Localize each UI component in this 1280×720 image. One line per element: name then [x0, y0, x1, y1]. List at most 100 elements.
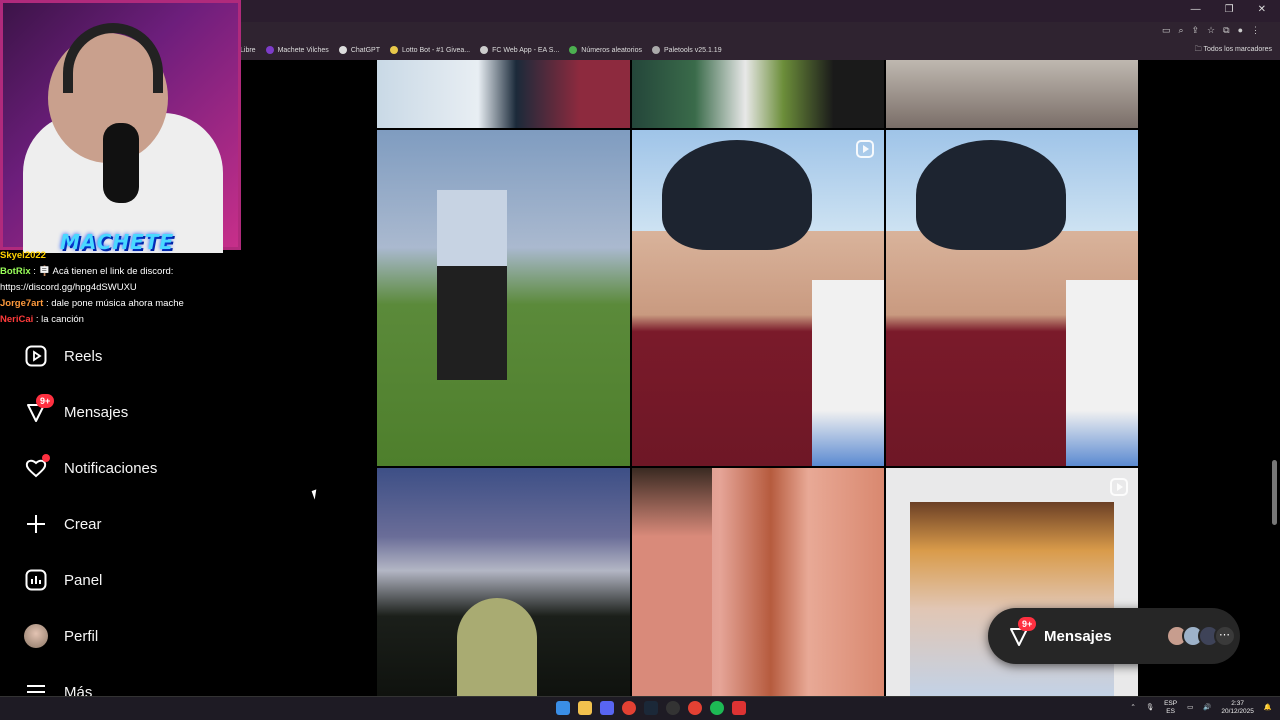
chat-username: NeriCai	[0, 314, 34, 325]
webcam-overlay	[0, 0, 241, 253]
taskbar: ⌃ 🎙 ESP ES ▭ 🔊 2:37 20/12/2025 🔔	[0, 696, 1280, 720]
chat-line: Jorge7art : dale pone música ahora mache	[0, 296, 228, 312]
minimize-icon[interactable]: —	[1191, 4, 1201, 15]
sidebar-item-label: Perfil	[64, 627, 99, 645]
bookmark-favicon-icon	[265, 46, 274, 54]
messages-badge: 9+	[36, 394, 55, 408]
chrome-icon[interactable]	[622, 701, 636, 715]
post-thumbnail[interactable]	[632, 468, 884, 696]
discord-icon[interactable]	[600, 701, 614, 715]
bookmark-item[interactable]: Paletools v25.1.19	[651, 46, 722, 54]
app-icon[interactable]	[732, 701, 746, 715]
plus-icon	[24, 512, 48, 536]
cast-icon[interactable]: ▭	[1162, 25, 1171, 36]
post-thumbnail[interactable]	[632, 130, 884, 466]
man-face	[632, 468, 712, 696]
sidebar-item-label: Panel	[64, 571, 103, 589]
microphone-icon	[103, 123, 139, 203]
sidebar-item-label: Reels	[64, 347, 103, 365]
chat-username: BotRix	[0, 266, 31, 277]
reels-icon	[24, 344, 48, 368]
chat-line: https://discord.gg/hpg4dSWUXU	[0, 280, 228, 296]
dashboard-icon	[24, 568, 48, 592]
notification-icon[interactable]: 🔔	[1264, 704, 1272, 712]
headphones-icon	[63, 23, 163, 93]
recent-contacts: ⋯	[1165, 625, 1236, 647]
messages-badge: 9+	[1018, 617, 1037, 631]
post-thumbnail[interactable]	[886, 130, 1138, 466]
chrome-icon[interactable]	[688, 701, 702, 715]
bookmark-favicon-icon	[569, 46, 578, 54]
reel-icon	[1110, 478, 1128, 496]
microphone-icon[interactable]: 🎙	[1146, 704, 1154, 712]
bookmark-favicon-icon	[480, 46, 489, 54]
star-icon[interactable]: ☆	[1207, 25, 1215, 36]
steam-icon[interactable]	[644, 701, 658, 715]
shirt-detail	[812, 280, 884, 466]
messenger-icon: 9+	[24, 394, 55, 424]
beanie	[916, 140, 1066, 250]
sidebar-item-label: Notificaciones	[64, 459, 158, 477]
bookmark-item[interactable]: FC Web App - EA S...	[480, 46, 559, 54]
post-thumbnail[interactable]	[632, 60, 884, 128]
messenger-icon: 9+	[1008, 617, 1037, 647]
sidebar-item-reels[interactable]: Reels	[24, 344, 102, 368]
system-tray: ⌃ 🎙 ESP ES ▭ 🔊 2:37 20/12/2025 🔔	[1130, 700, 1272, 716]
post-thumbnail[interactable]	[377, 468, 630, 696]
clock[interactable]: 2:37 20/12/2025	[1221, 700, 1254, 716]
messages-popup-button[interactable]: 9+ Mensajes ⋯	[988, 608, 1240, 664]
sidebar-item-dashboard[interactable]: Panel	[24, 568, 102, 592]
sidebar-item-notifications[interactable]: Notificaciones	[24, 454, 158, 480]
share-icon[interactable]: ⇪	[1192, 25, 1200, 36]
bookmark-item[interactable]: Libre	[240, 47, 256, 54]
shirt-detail	[1066, 280, 1138, 466]
chat-message: : la canción	[35, 314, 84, 325]
sidebar-item-create[interactable]: Crear	[24, 512, 102, 536]
bookmark-favicon-icon	[338, 46, 347, 54]
bookmark-favicon-icon	[390, 46, 398, 54]
menu-icon	[24, 680, 48, 696]
chat-message: : 🪧 Acá tienen el link de discord:	[33, 266, 174, 277]
avatar	[24, 624, 48, 648]
start-icon[interactable]	[556, 701, 570, 715]
beanie	[662, 140, 812, 250]
obs-icon[interactable]	[666, 701, 680, 715]
extensions-icon[interactable]: ⧉	[1223, 25, 1229, 36]
language-indicator[interactable]: ESP ES	[1164, 700, 1177, 716]
post-thumbnail[interactable]	[886, 60, 1138, 128]
bookmark-item[interactable]: Números aleatorios	[569, 46, 642, 54]
restore-icon[interactable]: ❐	[1225, 4, 1234, 15]
post-thumbnail[interactable]	[377, 60, 630, 128]
chat-message: https://discord.gg/hpg4dSWUXU	[0, 282, 137, 293]
sidebar-item-messages[interactable]: 9+ Mensajes	[24, 394, 128, 424]
sidebar-item-profile[interactable]: Perfil	[24, 624, 98, 648]
heart-icon	[24, 454, 50, 480]
taskbar-apps	[556, 701, 746, 715]
chevron-up-icon[interactable]: ⌃	[1130, 704, 1135, 712]
chat-username: Skyel2022	[0, 250, 46, 261]
page-scrollbar[interactable]	[1272, 460, 1277, 525]
inner-photo	[910, 502, 1114, 696]
chat-line: NeriCai : la canción	[0, 312, 228, 328]
post-thumbnail[interactable]	[377, 130, 630, 466]
all-bookmarks-link[interactable]: 🗀 Todos los marcadores	[1195, 45, 1272, 56]
stream-chat-overlay: Skyel2022 BotRix : 🪧 Acá tienen el link …	[0, 248, 228, 328]
bookmark-item[interactable]: Lotto Bot - #1 Givea...	[390, 46, 470, 54]
bookmark-item[interactable]: ChatGPT	[338, 46, 380, 54]
file-explorer-icon[interactable]	[578, 701, 592, 715]
sidebar-item-more[interactable]: Más	[24, 680, 92, 696]
sidebar-item-label: Crear	[64, 515, 102, 533]
reel-icon	[856, 140, 874, 158]
close-icon[interactable]: ✕	[1258, 4, 1266, 15]
bookmark-item[interactable]: Machete Vilches	[265, 46, 329, 54]
network-icon[interactable]: ▭	[1187, 704, 1193, 712]
notification-dot	[42, 454, 50, 462]
sidebar-item-label: Más	[64, 683, 93, 697]
spotify-icon[interactable]	[710, 701, 724, 715]
zoom-icon[interactable]: ⌕	[1178, 25, 1183, 36]
kebab-menu-icon[interactable]: ⋮	[1251, 25, 1260, 36]
profile-icon[interactable]: ●	[1238, 25, 1243, 36]
chat-line: Skyel2022	[0, 248, 228, 264]
chat-message: : dale pone música ahora mache	[45, 298, 184, 309]
volume-icon[interactable]: 🔊	[1203, 704, 1211, 712]
